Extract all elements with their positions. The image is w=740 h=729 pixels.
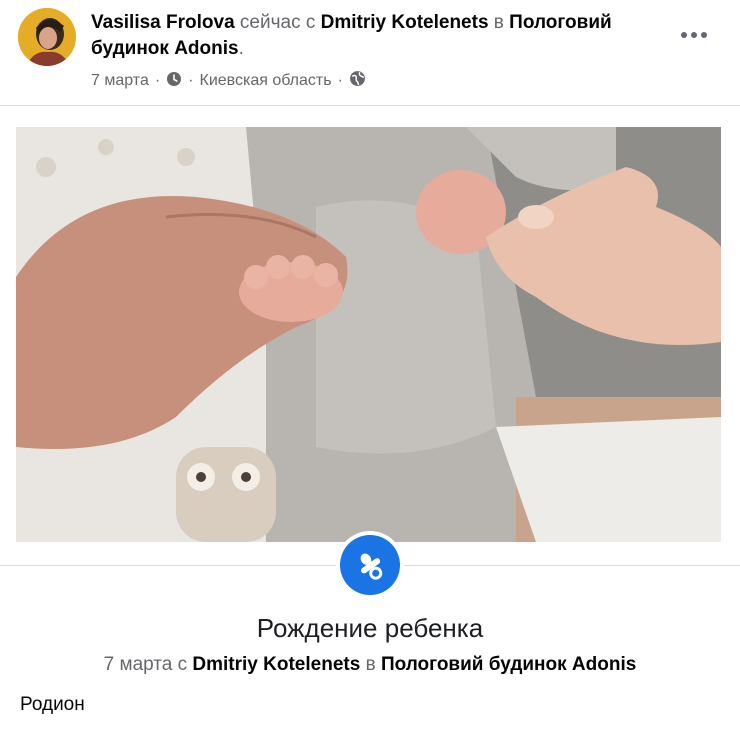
life-event-date: 7 марта — [103, 654, 173, 675]
life-event-place-link[interactable]: Пологовий будинок Adonis — [381, 654, 636, 675]
post-photo[interactable] — [16, 127, 721, 542]
author-avatar[interactable] — [18, 8, 76, 66]
meta-separator: · — [154, 72, 161, 89]
more-horizontal-icon — [681, 32, 707, 38]
meta-separator: · — [188, 72, 194, 89]
post-date-link[interactable]: 7 марта — [91, 72, 149, 90]
life-event-person-link[interactable]: Dmitriy Kotelenets — [192, 654, 360, 675]
post-meta: 7 марта · · Киевская область · — [91, 69, 366, 93]
region-text[interactable]: Киевская область — [200, 72, 332, 90]
header-divider — [0, 105, 740, 106]
more-options-button[interactable] — [674, 22, 714, 48]
author-name[interactable]: Vasilisa Frolova — [91, 12, 235, 33]
location-preposition: в — [493, 12, 504, 33]
life-event-title: Рождение ребенка — [256, 613, 484, 643]
pacifier-icon — [360, 553, 383, 580]
life-event-details: 7 марта с Dmitriy Kotelenets в Пологовий… — [0, 652, 740, 678]
life-event-with: с — [177, 654, 188, 675]
sentence-end: . — [238, 38, 244, 59]
activity-text: сейчас с — [239, 12, 316, 33]
post-header: Vasilisa Frolova сейчас с Dmitriy Kotele… — [0, 0, 740, 104]
life-event-badge — [336, 531, 404, 599]
clock-icon — [166, 71, 182, 92]
post-author-line: Vasilisa Frolova сейчас с Dmitriy Kotele… — [91, 10, 671, 62]
globe-icon[interactable] — [349, 70, 366, 92]
tagged-person-link[interactable]: Dmitriy Kotelenets — [321, 12, 489, 33]
post-caption: Родион — [20, 694, 85, 715]
meta-separator: · — [337, 72, 343, 89]
life-event-in: в — [365, 654, 376, 675]
